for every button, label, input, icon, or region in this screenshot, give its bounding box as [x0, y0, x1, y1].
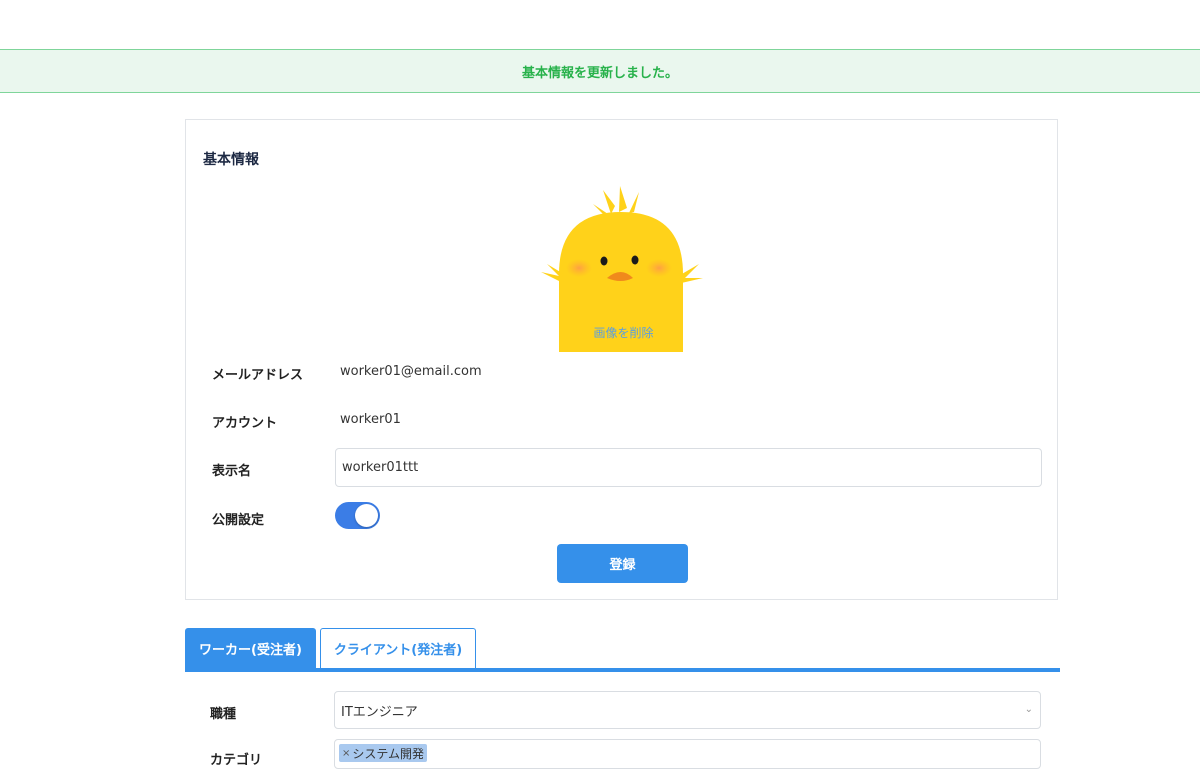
- public-setting-toggle[interactable]: [335, 502, 380, 529]
- occupation-value: ITエンジニア: [341, 704, 418, 720]
- delete-image-link[interactable]: 画像を削除: [541, 324, 706, 341]
- tab-worker[interactable]: ワーカー(受注者): [185, 628, 316, 668]
- category-multiselect[interactable]: × システム開発: [334, 739, 1041, 769]
- tab-client[interactable]: クライアント(発注者): [320, 628, 476, 668]
- card-title: 基本情報: [203, 152, 259, 168]
- email-label: メールアドレス: [212, 368, 304, 383]
- account-label: アカウント: [212, 416, 278, 431]
- register-button[interactable]: 登録: [557, 544, 688, 583]
- display-name-label: 表示名: [212, 464, 252, 479]
- tab-client-label: クライアント(発注者): [333, 643, 463, 658]
- tab-worker-label: ワーカー(受注者): [199, 642, 302, 658]
- chip-label: システム開発: [352, 746, 425, 761]
- email-value: worker01@email.com: [340, 364, 482, 379]
- occupation-select[interactable]: ITエンジニア ⌄: [334, 691, 1041, 729]
- account-value: worker01: [340, 412, 401, 427]
- display-name-value: worker01ttt: [342, 460, 419, 475]
- occupation-label: 職種: [210, 707, 237, 722]
- category-label: カテゴリ: [210, 753, 263, 768]
- category-chip: × システム開発: [339, 744, 428, 762]
- public-setting-label: 公開設定: [212, 513, 265, 528]
- avatar[interactable]: 画像を削除: [541, 186, 706, 352]
- display-name-input[interactable]: worker01ttt: [335, 448, 1042, 487]
- basic-info-card: 基本情報 画像を削除 メールアドレス worker01@email.com アカ…: [185, 119, 1058, 600]
- tab-underline: [185, 668, 1060, 672]
- toggle-knob: [355, 504, 378, 527]
- chevron-down-icon: ⌄: [1024, 704, 1033, 715]
- register-button-label: 登録: [609, 558, 636, 573]
- flash-message: 基本情報を更新しました。: [0, 49, 1200, 93]
- flash-text: 基本情報を更新しました。: [521, 65, 678, 81]
